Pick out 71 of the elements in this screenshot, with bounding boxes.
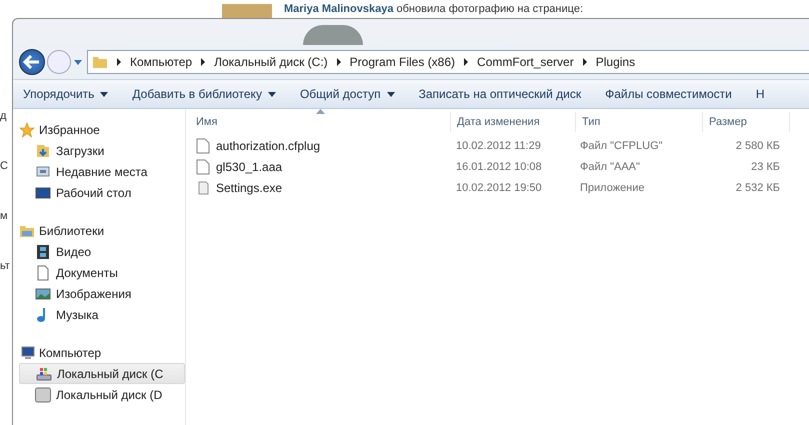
drive-icon <box>36 366 52 382</box>
breadcrumb-arrow-icon[interactable] <box>200 58 206 66</box>
download-folder-icon <box>35 142 51 158</box>
computer-icon <box>19 344 35 360</box>
sidebar-item[interactable]: Видео <box>19 241 185 262</box>
sidebar-item[interactable]: Документы <box>19 262 185 283</box>
size-cell-text: 2 532 КБ <box>734 182 781 194</box>
file-icon <box>196 138 210 154</box>
date-cell-text: 10.02.2012 19:50 <box>455 182 543 194</box>
toolbar-button[interactable]: Записать на оптический диск <box>418 85 582 103</box>
breadcrumb-arrow-icon[interactable] <box>116 58 122 66</box>
file-icon <box>196 158 210 174</box>
sidebar-group[interactable]: Библиотеки <box>19 220 185 241</box>
column-header[interactable]: Тип <box>576 112 703 132</box>
recent-places-icon <box>35 164 51 180</box>
type-cell-text: Файл "CFPLUG" <box>579 140 664 152</box>
file-row[interactable]: gl530_1.aaa 16.01.2012 10:08 Файл "AAA" 23 КБ <box>190 156 809 177</box>
breadcrumb-arrow-icon[interactable] <box>582 58 588 66</box>
size-cell-text: 2 580 КБ <box>734 140 781 152</box>
toolbar-button[interactable]: Общий доступ <box>300 85 395 103</box>
type-cell-text: Файл "AAA" <box>579 160 641 172</box>
column-header[interactable]: Размер <box>703 112 790 132</box>
file-name: Settings.exe <box>216 180 282 194</box>
toolbar-button[interactable]: Н <box>756 85 765 103</box>
background-text-fragment: д <box>0 110 8 122</box>
breadcrumb-item[interactable]: Локальный диск (C:) <box>214 55 328 69</box>
desktop-icon <box>35 184 51 200</box>
sidebar-item[interactable]: Изображения <box>19 283 185 304</box>
sidebar-item[interactable]: Рабочий стол <box>19 182 185 203</box>
background-text-fragment: м <box>0 210 9 222</box>
star-icon <box>19 122 35 138</box>
history-dropdown-icon[interactable] <box>73 58 83 66</box>
application-icon <box>196 180 210 196</box>
background-text-fragment: С <box>0 160 9 172</box>
sidebar-group[interactable]: Компьютер <box>19 342 185 363</box>
sidebar-item[interactable]: Загрузки <box>19 140 185 161</box>
date-cell-text: 10.02.2012 11:29 <box>455 140 542 152</box>
toolbar-button[interactable]: Файлы совместимости <box>605 85 732 103</box>
breadcrumb-arrow-icon[interactable] <box>463 58 470 66</box>
sidebar-item[interactable]: Музыка <box>19 304 185 325</box>
address-bar[interactable]: Компьютер Локальный диск (C:) Program Files (x86) CommFort_server Plugins <box>87 50 809 74</box>
back-button[interactable] <box>19 49 45 75</box>
document-icon <box>35 264 51 280</box>
back-arrow-icon <box>23 55 41 69</box>
film-icon <box>35 244 51 260</box>
breadcrumb-item[interactable]: Program Files (x86) <box>350 55 456 69</box>
background-text-fragment: ьт <box>0 260 11 272</box>
breadcrumb-item[interactable]: Компьютер <box>130 55 192 69</box>
drive-icon <box>35 386 51 402</box>
size-cell-text: 23 КБ <box>750 160 781 172</box>
breadcrumb-item[interactable]: Plugins <box>596 55 636 69</box>
post-text: Mariya Malinovskaya обновила фотографию на странице: <box>284 3 583 15</box>
file-name: authorization.cfplug <box>216 138 320 152</box>
sidebar-item[interactable]: Недавние места <box>19 161 185 182</box>
type-cell-text: Приложение <box>579 182 646 194</box>
picture-icon <box>35 286 51 302</box>
breadcrumb-item[interactable]: CommFort_server <box>477 55 574 69</box>
file-name: gl530_1.aaa <box>216 160 282 174</box>
date-cell-text: 16.01.2012 10:08 <box>455 160 543 172</box>
toolbar-button[interactable]: Упорядочить <box>23 85 108 103</box>
toolbar-button[interactable]: Добавить в библиотеку <box>132 85 276 103</box>
file-row[interactable]: Settings.exe 10.02.2012 19:50 Приложение 2 532 КБ <box>190 177 809 198</box>
file-row[interactable]: authorization.cfplug 10.02.2012 11:29 Файл "CFPLUG" 2 580 КБ <box>190 135 809 156</box>
sidebar-group[interactable]: Избранное <box>19 119 185 140</box>
column-header[interactable]: Дата изменения <box>451 112 576 132</box>
sidebar-item[interactable]: Локальный диск (D <box>19 384 185 405</box>
folder-icon <box>92 54 108 70</box>
sidebar-item[interactable]: Локальный диск (C <box>19 363 185 384</box>
breadcrumb-arrow-icon[interactable] <box>336 58 342 66</box>
sort-arrow-icon <box>316 109 325 114</box>
blurred-photo-placeholder <box>303 25 363 45</box>
